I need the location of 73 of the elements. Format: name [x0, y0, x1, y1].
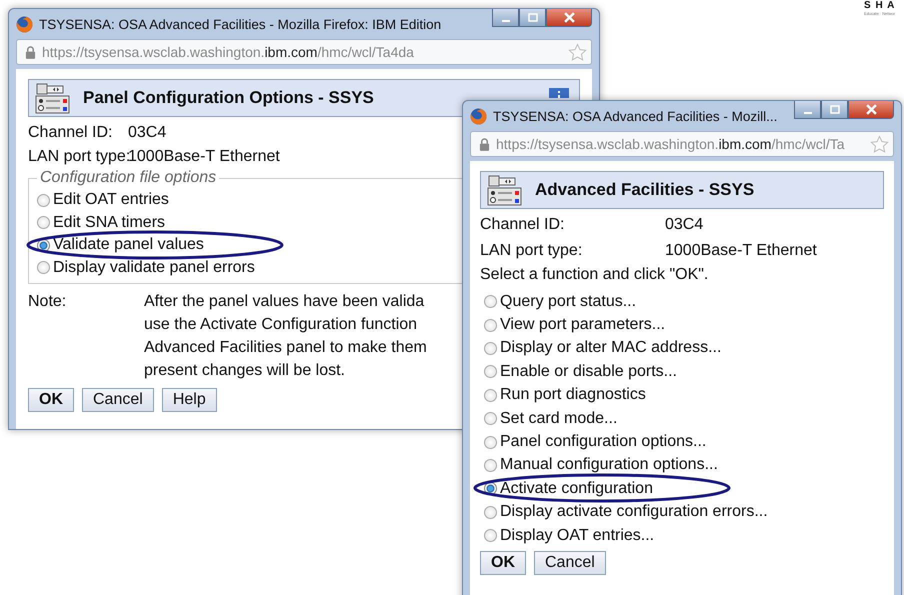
- minimize-icon: [502, 20, 510, 22]
- field-label: LAN port type:: [480, 241, 584, 261]
- note-text: After the panel values have been valida use the Activate Configuration function Advanced Facilities panel to make them present changes will be lost.: [144, 292, 427, 381]
- close-button[interactable]: [546, 9, 592, 27]
- radio-button[interactable]: [484, 342, 497, 355]
- option-label[interactable]: Run port diagnostics: [500, 386, 646, 404]
- radio-button[interactable]: [484, 318, 497, 332]
- minimize-icon: [804, 112, 812, 114]
- field-value: 03C4: [665, 215, 704, 235]
- lock-icon: [25, 46, 36, 58]
- field-value: 03C4: [128, 123, 168, 143]
- close-button[interactable]: [848, 101, 894, 119]
- instruction-text: Select a function and click "OK".: [480, 265, 710, 285]
- close-icon: [564, 12, 574, 23]
- option-label[interactable]: Display validate panel errors: [53, 258, 255, 277]
- radio-button[interactable]: [484, 529, 497, 542]
- option-label[interactable]: Display activate configuration errors...: [500, 503, 768, 522]
- star-icon[interactable]: [870, 134, 889, 154]
- dialog-button[interactable]: Cancel: [82, 388, 154, 412]
- radio-button[interactable]: [484, 506, 497, 519]
- dialog-button[interactable]: Help: [162, 388, 217, 412]
- option-label[interactable]: Edit SNA timers: [53, 214, 166, 232]
- option-label[interactable]: Edit OAT entries: [53, 191, 169, 210]
- note-label: Note:: [28, 292, 68, 312]
- window-title: TSYSENSA: OSA Advanced Facilities - Mozilla Firefox: IBM Edition: [39, 16, 442, 32]
- star-icon[interactable]: [568, 42, 587, 62]
- maximize-button[interactable]: [821, 101, 848, 119]
- info-icon[interactable]: [549, 88, 569, 98]
- option-label[interactable]: Validate panel values: [53, 236, 204, 254]
- radio-button[interactable]: [484, 295, 497, 308]
- field-value: 1000Base-T Ethernet: [128, 147, 280, 167]
- radio-button[interactable]: [37, 216, 50, 230]
- panel-title: Panel Configuration Options - SSYS: [83, 88, 374, 108]
- address-bar[interactable]: https://tsysensa.wsclab.washington.ibm.com/hmc/wcl/Ta4da: [16, 39, 592, 65]
- option-label[interactable]: Manual configuration options...: [500, 456, 718, 474]
- dialog-button[interactable]: Cancel: [534, 551, 606, 576]
- browser-icon: [470, 108, 487, 124]
- radio-button[interactable]: [484, 458, 497, 472]
- option-label[interactable]: Set card mode...: [500, 410, 618, 428]
- option-label[interactable]: View port parameters...: [500, 316, 666, 334]
- maximize-button[interactable]: [519, 9, 546, 27]
- group-legend: Configuration file options: [37, 169, 220, 187]
- minimize-button[interactable]: [492, 9, 519, 27]
- field-label: Channel ID:: [480, 215, 566, 235]
- field-label: LAN port type:: [28, 147, 128, 167]
- option-label[interactable]: Panel configuration options...: [500, 433, 706, 452]
- radio-button[interactable]: [484, 388, 497, 402]
- window-title: TSYSENSA: OSA Advanced Facilities - Mozill...: [493, 108, 778, 124]
- radio-button[interactable]: [37, 261, 50, 274]
- logo-text: S H A: [864, 0, 896, 11]
- radio-button[interactable]: [484, 412, 497, 426]
- address-bar[interactable]: https://tsysensa.wsclab.washington.ibm.com/hmc/wcl/Ta: [470, 131, 894, 157]
- option-label[interactable]: Query port status...: [500, 292, 636, 311]
- lock-icon: [479, 138, 490, 150]
- device-icon: [487, 174, 523, 206]
- option-label[interactable]: Activate configuration: [500, 480, 653, 498]
- maximize-icon: [830, 104, 840, 114]
- field-label: Channel ID:: [28, 123, 114, 143]
- option-label[interactable]: Enable or disable ports...: [500, 362, 677, 381]
- minimize-button[interactable]: [794, 101, 821, 119]
- option-label[interactable]: Display or alter MAC address...: [500, 339, 722, 358]
- maximize-icon: [528, 12, 538, 22]
- radio-button[interactable]: [484, 365, 497, 378]
- radio-button[interactable]: [484, 436, 497, 449]
- radio-button[interactable]: [37, 194, 50, 207]
- panel-title: Advanced Facilities - SSYS: [535, 180, 754, 200]
- field-value: 1000Base-T Ethernet: [665, 241, 817, 261]
- browser-icon: [16, 16, 33, 32]
- dialog-button[interactable]: OK: [28, 388, 74, 412]
- device-icon: [35, 82, 71, 114]
- dialog-button[interactable]: OK: [480, 551, 526, 576]
- close-icon: [866, 104, 876, 115]
- option-label[interactable]: Display OAT entries...: [500, 526, 654, 545]
